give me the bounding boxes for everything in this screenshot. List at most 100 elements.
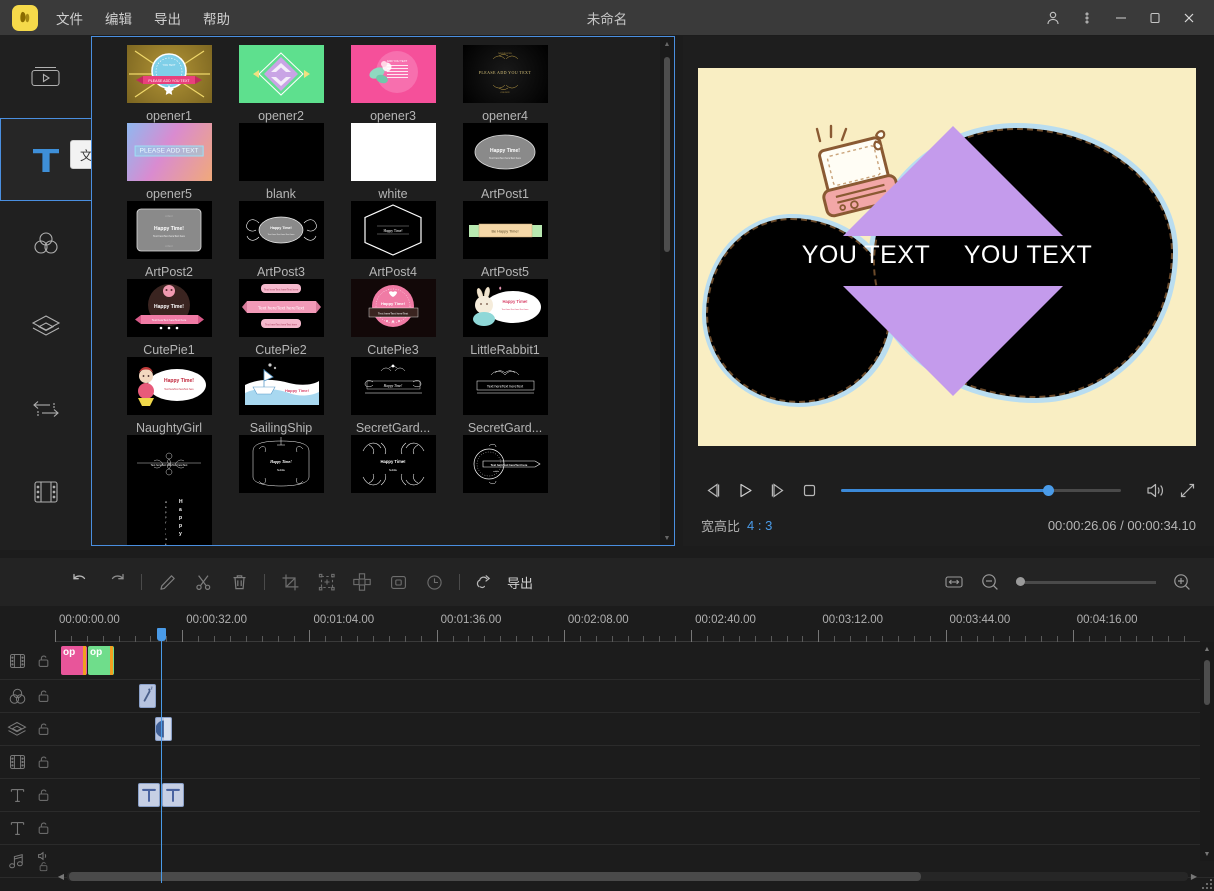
sidebar-item-media[interactable] <box>0 35 91 118</box>
step-back-icon[interactable] <box>697 474 729 506</box>
zoom-slider-knob[interactable] <box>1016 577 1025 586</box>
clip-text-1[interactable] <box>138 783 160 807</box>
unlock-icon[interactable] <box>34 755 52 769</box>
asset-item[interactable]: Happy Time!ArtPost4 <box>337 201 449 279</box>
asset-thumbnail[interactable] <box>239 123 324 181</box>
freeze-frame-button[interactable] <box>380 564 416 600</box>
track-lane[interactable]: op op <box>55 642 1200 679</box>
timeline-ruler[interactable]: 00:00:00.0000:00:32.0000:01:04.0000:01:3… <box>55 606 1200 642</box>
caret-up-icon[interactable]: ▲ <box>660 37 674 51</box>
asset-thumbnail[interactable]: Happy Time! Text hereText hereText here <box>463 279 548 337</box>
asset-thumbnail[interactable]: PLEASE ADD YOU TEXT YOU TEXT <box>127 45 212 103</box>
asset-item[interactable]: Happy Time! Text hereText hereText here … <box>449 279 561 357</box>
asset-thumbnail[interactable] <box>351 123 436 181</box>
playhead[interactable] <box>161 628 162 883</box>
asset-thumbnail[interactable]: Happy Time! Text hereText hereText <box>351 279 436 337</box>
asset-thumbnail[interactable]: H a p p y Happ ytime <box>127 493 212 546</box>
undo-button[interactable] <box>62 564 98 600</box>
preview-canvas[interactable]: YOU TEXT YOU TEXT <box>698 68 1196 446</box>
asset-thumbnail[interactable]: ADD YOU TEXT <box>351 45 436 103</box>
film-strip-icon[interactable] <box>0 753 34 771</box>
crop-button[interactable] <box>272 564 308 600</box>
asset-thumbnail[interactable]: Be Happy Time! <box>463 201 548 259</box>
caret-right-icon[interactable]: ▶ <box>1188 872 1200 881</box>
zoom-in-icon[interactable] <box>1164 564 1200 600</box>
asset-item[interactable]: Happy Time!SailingShip <box>225 357 337 435</box>
menu-item-export[interactable]: 导出 <box>154 8 181 28</box>
expand-icon[interactable] <box>1171 474 1203 506</box>
asset-thumbnail[interactable]: PLEASE ADD YOU TEXT MOREOVER GOLDEN <box>463 45 548 103</box>
text-T-icon[interactable] <box>0 786 34 805</box>
caret-left-icon[interactable]: ◀ <box>55 872 67 881</box>
delete-button[interactable] <box>221 564 257 600</box>
asset-item[interactable]: Happy Time! Text hereText hereText hereN… <box>113 357 225 435</box>
menu-item-file[interactable]: 文件 <box>56 8 83 28</box>
asset-item[interactable]: Happy Time! Text hereText hereText here … <box>113 279 225 357</box>
unlock-icon[interactable] <box>34 788 52 802</box>
seek-knob[interactable] <box>1043 485 1054 496</box>
seek-slider[interactable] <box>841 489 1121 492</box>
layers-diamond-icon[interactable] <box>0 720 34 738</box>
asset-thumbnail[interactable]: Text hereText hereText here Text hereTex… <box>239 279 324 337</box>
asset-item[interactable]: Text hereText hereText here Text hereTex… <box>225 279 337 357</box>
asset-item[interactable]: PLEASE ADD YOU TEXT MOREOVER GOLDENopene… <box>449 45 561 123</box>
mosaic-button[interactable] <box>344 564 380 600</box>
music-note-icon[interactable] <box>0 852 34 871</box>
clip-text-2[interactable] <box>162 783 184 807</box>
scrollbar-thumb[interactable] <box>664 57 670 252</box>
unlock-icon[interactable] <box>34 654 52 668</box>
mask-button[interactable] <box>308 564 344 600</box>
timeline-hscrollbar[interactable]: ◀ ▶ <box>55 869 1200 883</box>
track-lane[interactable] <box>55 779 1200 811</box>
asset-thumbnail[interactable]: PLEASE ADD TEXT <box>127 123 212 181</box>
asset-thumbnail[interactable] <box>239 45 324 103</box>
asset-thumbnail[interactable]: Happy Time! <box>351 357 436 415</box>
export-button[interactable] <box>467 564 503 600</box>
zoom-slider[interactable] <box>1016 581 1156 584</box>
asset-item[interactable]: H a p p y Happ ytime <box>113 493 225 546</box>
asset-thumbnail[interactable]: Happy Time! Text hereText hereText here <box>127 279 212 337</box>
speaker-icon[interactable] <box>1139 474 1171 506</box>
track-lane[interactable] <box>55 713 1200 745</box>
sidebar-item-text[interactable]: 文字 <box>0 118 91 201</box>
export-label[interactable]: 导出 <box>507 573 533 592</box>
close-icon[interactable] <box>1172 0 1206 35</box>
clip-opener-green[interactable]: op <box>88 646 114 675</box>
asset-item[interactable]: Happy Time! Text hereText hereText hereA… <box>225 201 337 279</box>
speaker-icon[interactable] <box>37 851 49 861</box>
track-lane[interactable] <box>55 746 1200 778</box>
clip-transition[interactable] <box>155 717 172 741</box>
play-icon[interactable] <box>729 474 761 506</box>
caret-down-icon[interactable]: ▼ <box>660 531 674 545</box>
asset-thumbnail[interactable]: Text hereText hereText <box>463 357 548 415</box>
caret-up-icon[interactable]: ▲ <box>1200 642 1214 656</box>
asset-item[interactable]: Text hereText hereText here subtitle <box>449 435 561 493</box>
asset-scrollbar[interactable]: ▲ ▼ <box>660 37 674 545</box>
edit-button[interactable] <box>149 564 185 600</box>
sidebar-item-filter[interactable] <box>0 201 91 284</box>
sidebar-item-transition[interactable] <box>0 367 91 450</box>
asset-item[interactable]: Text hereText hereText hereText <box>113 435 225 493</box>
asset-item[interactable]: PLEASE ADD TEXTopener5 <box>113 123 225 201</box>
asset-item[interactable]: blank <box>225 123 337 201</box>
asset-thumbnail[interactable]: Happy Time! Subtitle <box>351 435 436 493</box>
caret-down-icon[interactable]: ▼ <box>1200 847 1214 861</box>
stop-icon[interactable] <box>793 474 825 506</box>
playhead-handle[interactable] <box>157 628 166 641</box>
text-T-icon[interactable] <box>0 819 34 838</box>
asset-item[interactable]: Happy Time! Subtitle <box>337 435 449 493</box>
asset-item[interactable]: Happy Time! Subtitle <box>225 435 337 493</box>
minimize-icon[interactable] <box>1104 0 1138 35</box>
asset-item[interactable]: Happy Time! SecretGard... <box>337 357 449 435</box>
asset-item[interactable]: Happy Time! Text hereText hereText hereA… <box>449 123 561 201</box>
aspect-ratio-value[interactable]: 4 : 3 <box>747 518 772 533</box>
asset-item[interactable]: PLEASE ADD YOU TEXT YOU TEXT opener1 <box>113 45 225 123</box>
resize-grip[interactable] <box>1202 879 1212 889</box>
sidebar-item-overlay[interactable] <box>0 284 91 367</box>
track-lane[interactable] <box>55 812 1200 844</box>
unlock-icon[interactable] <box>34 821 52 835</box>
speed-button[interactable] <box>416 564 452 600</box>
zoom-out-icon[interactable] <box>972 564 1008 600</box>
asset-item[interactable]: Be Happy Time!ArtPost5 <box>449 201 561 279</box>
asset-item[interactable]: opener2 <box>225 45 337 123</box>
